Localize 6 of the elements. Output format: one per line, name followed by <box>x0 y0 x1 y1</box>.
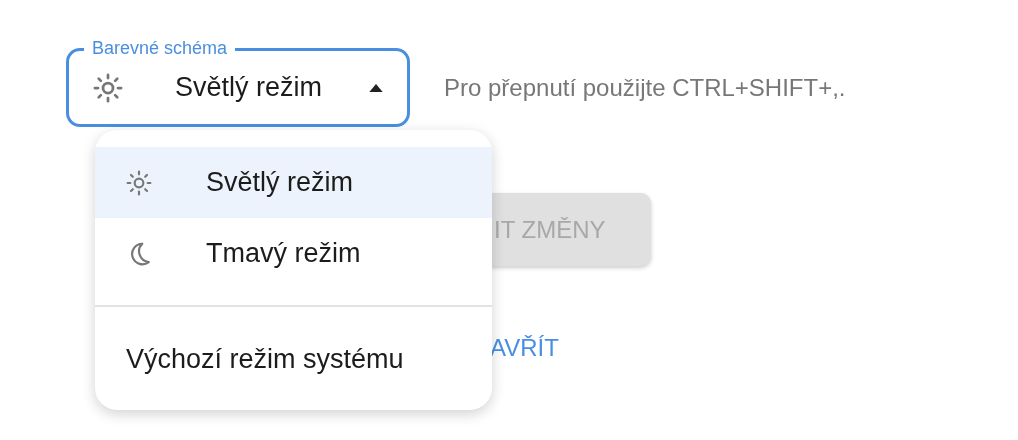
menu-item[interactable]: Výchozí režim systému <box>95 323 492 395</box>
select-value: Světlý režim <box>175 72 324 103</box>
sun-icon <box>93 72 123 103</box>
sun-icon <box>126 169 152 196</box>
menu-item[interactable]: Světlý režim <box>95 147 492 218</box>
shortcut-hint: Pro přepnutí použijte CTRL+SHIFT+,. <box>444 73 846 102</box>
